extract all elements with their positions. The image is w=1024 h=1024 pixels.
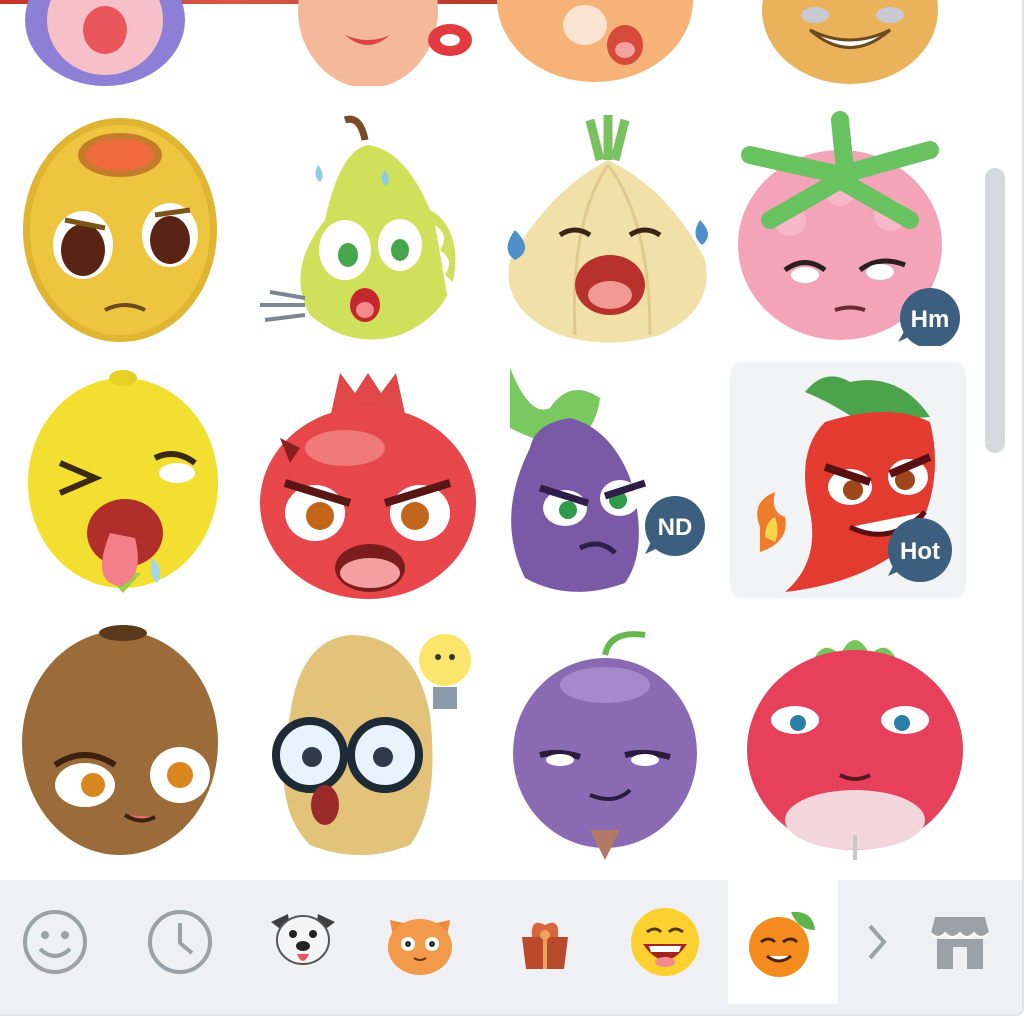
sticker-eggplant[interactable]: ND bbox=[490, 368, 726, 604]
sticker-lemon[interactable] bbox=[5, 368, 241, 604]
laugh-icon bbox=[631, 908, 699, 976]
chevron-right-icon bbox=[868, 924, 887, 960]
sticker-chili[interactable]: Hot bbox=[730, 362, 966, 598]
sticker-partial-2[interactable] bbox=[250, 0, 486, 86]
dog-sticker-pack-tab[interactable] bbox=[248, 880, 358, 1004]
dog-icon bbox=[271, 914, 335, 965]
sticker-partial-1[interactable] bbox=[10, 0, 246, 86]
sticker-kiwi[interactable] bbox=[5, 625, 241, 861]
sticker-potato[interactable] bbox=[250, 625, 486, 861]
recent-tab[interactable] bbox=[125, 880, 235, 1004]
sticker-onion[interactable] bbox=[490, 110, 726, 346]
emoji-tab[interactable] bbox=[0, 880, 110, 1004]
gift-sticker-pack-tab[interactable] bbox=[490, 880, 600, 1004]
sticker-partial-3[interactable] bbox=[495, 0, 731, 86]
sticker-bubble-text: ND bbox=[658, 514, 693, 541]
store-icon bbox=[930, 917, 990, 969]
cat-icon bbox=[388, 919, 452, 975]
sticker-grid: Hm ND Hot bbox=[0, 0, 980, 880]
sticker-radish[interactable] bbox=[740, 625, 976, 861]
clock-icon bbox=[148, 910, 212, 974]
fruit-sticker-pack-tab[interactable] bbox=[728, 880, 838, 1004]
cat-sticker-pack-tab[interactable] bbox=[365, 880, 475, 1004]
sticker-store-button[interactable] bbox=[910, 880, 1010, 1004]
scrollbar-thumb[interactable] bbox=[985, 168, 1005, 453]
orange-icon bbox=[749, 911, 815, 977]
sticker-raspberry[interactable]: Hm bbox=[730, 110, 966, 346]
sticker-beet[interactable] bbox=[500, 625, 736, 861]
sticker-pear[interactable] bbox=[250, 110, 486, 346]
laughing-sticker-pack-tab[interactable] bbox=[610, 880, 720, 1004]
sticker-bubble-text: Hm bbox=[911, 306, 950, 333]
sticker-picker-panel: Hm ND Hot bbox=[0, 0, 1024, 1016]
sticker-pomegranate[interactable] bbox=[250, 368, 486, 604]
sticker-olive[interactable] bbox=[5, 110, 241, 346]
sticker-partial-4[interactable] bbox=[740, 0, 976, 86]
sticker-pack-tab-bar bbox=[0, 880, 1022, 1014]
smiley-icon bbox=[23, 910, 87, 974]
scroll-packs-right-button[interactable] bbox=[852, 880, 902, 1004]
sticker-bubble-text: Hot bbox=[900, 538, 940, 565]
gift-icon bbox=[522, 922, 568, 969]
